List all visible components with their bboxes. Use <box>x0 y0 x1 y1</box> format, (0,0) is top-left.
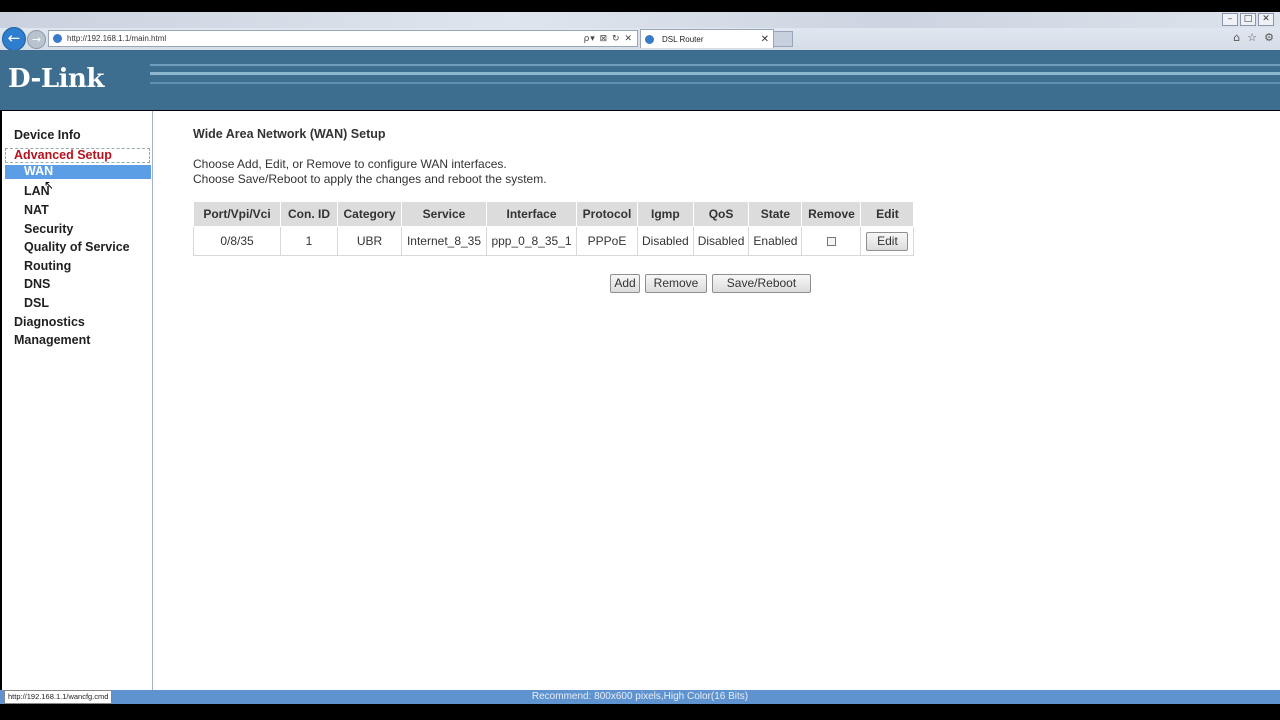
sidebar-menu: Device Info Advanced Setup WAN LAN NAT S… <box>2 111 153 690</box>
sidebar-item-security[interactable]: Security <box>24 222 73 236</box>
window-controls: – □ ✕ <box>1222 13 1274 26</box>
column-header: Protocol <box>576 201 638 227</box>
edit-button[interactable]: Edit <box>866 231 909 251</box>
close-window-button[interactable]: ✕ <box>1258 13 1274 26</box>
header-banner: D-Link <box>0 50 1280 110</box>
column-header: Interface <box>486 201 577 227</box>
tab-close-icon[interactable]: ✕ <box>761 34 769 45</box>
forward-icon[interactable]: → <box>27 30 46 49</box>
table-cell: UBR <box>337 226 402 256</box>
column-header: State <box>748 201 803 227</box>
sidebar-item-wan[interactable]: WAN <box>5 164 151 179</box>
table-cell: ppp_0_8_35_1 <box>486 226 577 256</box>
tab-title: DSL Router <box>662 34 704 44</box>
edit-cell: Edit <box>860 226 915 256</box>
sidebar-item-label: Advanced Setup <box>14 148 112 162</box>
browser-toolbar-icons: ⌂ ☆ ⚙ <box>1233 31 1274 44</box>
column-header: Port/Vpi/Vci <box>193 201 281 227</box>
column-header: Con. ID <box>280 201 338 227</box>
favorites-icon[interactable]: ☆ <box>1247 31 1257 44</box>
remove-checkbox[interactable] <box>826 237 836 247</box>
column-header: Edit <box>860 201 915 227</box>
back-icon[interactable]: ← <box>2 27 26 51</box>
wan-table: Port/Vpi/Vci Con. ID Category Service In… <box>193 201 915 256</box>
sidebar-item-label: WAN <box>24 164 54 178</box>
maximize-button[interactable]: □ <box>1240 13 1256 26</box>
status-text: Recommend: 800x600 pixels,High Color(16 … <box>531 691 749 702</box>
column-header: QoS <box>692 201 750 227</box>
table-header-row: Port/Vpi/Vci Con. ID Category Service In… <box>193 201 915 227</box>
address-bar[interactable]: http://192.168.1.1/main.html ρ▾ ⊠ ↻ ✕ <box>48 30 638 47</box>
table-row: 0/8/35 1 UBR Internet_8_35 ppp_0_8_35_1 … <box>193 226 915 256</box>
table-cell: 1 <box>280 226 338 256</box>
remove-button[interactable]: Remove <box>645 274 707 293</box>
remove-cell <box>801 226 862 256</box>
status-bar: Recommend: 800x600 pixels,High Color(16 … <box>0 690 1280 704</box>
column-header: Service <box>401 201 487 227</box>
save-reboot-button[interactable]: Save/Reboot <box>712 274 811 293</box>
mouse-cursor-icon: ↖ <box>44 178 55 192</box>
description-line: Choose Save/Reboot to apply the changes … <box>193 172 547 186</box>
sidebar-item-dsl[interactable]: DSL <box>24 296 49 310</box>
new-tab-button[interactable] <box>773 31 793 47</box>
sidebar-item-quality-of-service[interactable]: Quality of Service <box>24 240 130 254</box>
browser-chrome: – □ ✕ ← → http://192.168.1.1/main.html ρ… <box>0 12 1280 51</box>
table-cell: 0/8/35 <box>193 226 281 256</box>
status-url: http://192.168.1.1/wancfg.cmd <box>4 690 113 704</box>
page-title: Wide Area Network (WAN) Setup <box>193 127 386 141</box>
url-text[interactable]: http://192.168.1.1/main.html <box>67 34 584 43</box>
sidebar-item-device-info[interactable]: Device Info <box>14 128 81 142</box>
table-cell: PPPoE <box>576 226 638 256</box>
sidebar-item-nat[interactable]: NAT <box>24 203 49 217</box>
title-bar <box>0 12 1280 28</box>
description-line: Choose Add, Edit, or Remove to configure… <box>193 157 507 171</box>
column-header: Igmp <box>637 201 694 227</box>
settings-gear-icon[interactable]: ⚙ <box>1264 31 1274 44</box>
sidebar-item-diagnostics[interactable]: Diagnostics <box>14 315 85 329</box>
browser-tab[interactable]: DSL Router ✕ <box>640 29 774 48</box>
add-button[interactable]: Add <box>610 274 640 293</box>
table-cell: Internet_8_35 <box>401 226 487 256</box>
table-cell: Disabled <box>692 226 750 256</box>
sidebar-item-dns[interactable]: DNS <box>24 277 50 291</box>
banner-stripe <box>150 64 1280 66</box>
tab-favicon-icon <box>645 34 654 44</box>
minimize-button[interactable]: – <box>1222 13 1238 26</box>
column-header: Category <box>337 201 402 227</box>
table-cell: Disabled <box>637 226 694 256</box>
banner-stripe <box>150 82 1280 84</box>
home-icon[interactable]: ⌂ <box>1233 31 1240 44</box>
main-content: Wide Area Network (WAN) Setup Choose Add… <box>153 111 1280 690</box>
dlink-logo: D-Link <box>8 64 104 94</box>
table-cell: Enabled <box>748 226 803 256</box>
address-tools-icons[interactable]: ρ▾ ⊠ ↻ ✕ <box>584 34 633 44</box>
page-icon <box>53 34 62 43</box>
sidebar-item-advanced-setup[interactable]: Advanced Setup <box>5 148 150 163</box>
banner-stripe <box>150 72 1280 75</box>
sidebar-item-routing[interactable]: Routing <box>24 259 71 273</box>
sidebar-item-management[interactable]: Management <box>14 333 90 347</box>
column-header: Remove <box>801 201 862 227</box>
